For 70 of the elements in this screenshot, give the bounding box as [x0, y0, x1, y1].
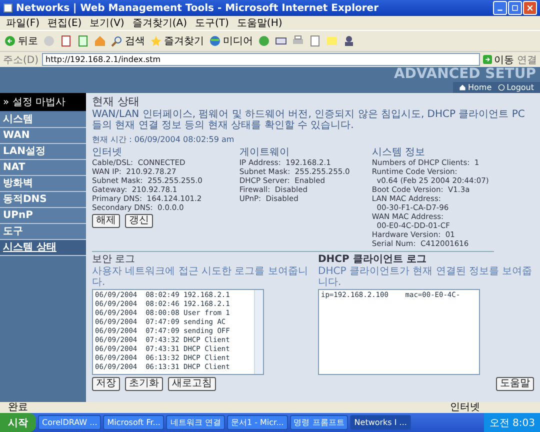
globe-icon [209, 35, 221, 47]
menu-item[interactable]: 파일(F) [6, 16, 40, 30]
media-button[interactable]: 미디어 [209, 34, 253, 48]
power-icon [498, 84, 505, 91]
sidebar-item[interactable]: WAN [0, 128, 86, 144]
search-icon [111, 35, 123, 47]
sidebar-item[interactable]: LAN설정 [0, 144, 86, 160]
favorites-button[interactable]: 즐겨찾기 [150, 34, 204, 48]
logout-link[interactable]: Logout [498, 83, 534, 92]
action-button[interactable]: 초기화 [125, 377, 163, 391]
section-subtitle: 사용자 네트워크에 접근 시도한 로그를 보여줍니다. [92, 266, 308, 288]
sidebar-item[interactable]: UPnP [0, 208, 86, 224]
links-button[interactable]: 연결 [517, 52, 537, 66]
page-title: 현재 상태 [92, 95, 140, 108]
page-description: WAN/LAN 인터페이스, 펌웨어 및 하드웨어 버전, 인증되지 않은 침입시도, DHCP 클라이언트 PC들의 현재 연결 정보 등의 현재 상태를 확인할 수 있습니다. [92, 109, 526, 131]
star-icon [150, 35, 162, 47]
house-icon [458, 84, 466, 91]
menu-item[interactable]: 도구(T) [195, 16, 229, 30]
status-text: 완료 [8, 402, 28, 413]
maximize-button[interactable] [508, 1, 522, 15]
help-button[interactable]: 도움말 [496, 377, 534, 391]
taskbar-button[interactable]: 문서1 - Micr... [226, 415, 288, 430]
taskbar-button[interactable]: 네트워크 연결 [166, 415, 225, 430]
section-title: 보안 로그 [92, 254, 136, 266]
search-button[interactable]: 검색 [111, 34, 145, 48]
section-title: DHCP 클라이언트 로그 [318, 254, 428, 266]
window-title: Networks | Web Management Tools - Microsoft Internet Explorer [16, 2, 380, 14]
arrow-icon [483, 55, 492, 64]
sidebar-item[interactable]: 방화벽 [0, 176, 86, 192]
printer-icon[interactable] [292, 35, 304, 47]
maximize-icon [511, 4, 519, 12]
vertical-scrollbar[interactable] [254, 290, 263, 374]
home-icon[interactable] [94, 35, 106, 47]
page-icon [3, 3, 13, 13]
go-button[interactable]: 이동 [483, 52, 514, 66]
address-field[interactable]: http://192.168.2.1/index.stm [42, 53, 480, 66]
taskbar-button[interactable]: 명령 프롬프트 [290, 415, 348, 430]
home-link[interactable]: Home [458, 83, 492, 92]
close-button[interactable] [523, 1, 537, 15]
action-button[interactable]: 갱신 [125, 214, 153, 228]
clock: 오전 8:03 [489, 416, 535, 430]
menu-item[interactable]: 보기(V) [90, 16, 124, 30]
action-button[interactable]: 저장 [92, 377, 120, 391]
section-title: 인터넷 [92, 147, 123, 158]
taskbar-button[interactable]: Microsoft Fr... [103, 415, 164, 430]
section-title: 게이트웨이 [239, 147, 290, 158]
taskbar-button[interactable]: Networks I ... [350, 415, 411, 430]
action-button[interactable]: 해제 [92, 214, 120, 228]
sidebar-item[interactable]: NAT [0, 160, 86, 176]
sidebar-header[interactable]: » 설정 마법사 [0, 93, 86, 111]
menu-item[interactable]: 편집(E) [48, 16, 82, 30]
action-button[interactable]: 새로고침 [168, 377, 216, 391]
address-label: 주소(D) [3, 54, 39, 66]
start-button[interactable]: 시작 [0, 413, 36, 432]
close-icon [526, 4, 534, 12]
zone-text: 인터넷 [450, 402, 480, 413]
current-time: 현재 시간 : 06/09/2004 08:02:59 am [92, 134, 236, 145]
sidebar-item[interactable]: 시스템 [0, 112, 86, 128]
sidebar-item[interactable]: 시스템 상태 [0, 240, 86, 256]
people-icon[interactable] [343, 35, 355, 47]
section-title: 시스템 정보 [372, 147, 426, 158]
banner-title: ADVANCED SETUP [394, 67, 537, 82]
minimize-button[interactable] [493, 1, 507, 15]
menu-item[interactable]: 즐겨찾기(A) [132, 16, 187, 30]
back-button[interactable]: 뒤로 [4, 34, 38, 48]
menu-item[interactable]: 도움말(H) [236, 16, 282, 30]
section-subtitle: DHCP 클라이언트가 현재 연결된 정보를 보여줍니다. [318, 266, 534, 288]
taskbar-button[interactable]: CorelDRAW ... [38, 415, 102, 430]
sidebar-item[interactable]: 도구 [0, 224, 86, 240]
sidebar-item[interactable]: 동적DNS [0, 192, 86, 208]
